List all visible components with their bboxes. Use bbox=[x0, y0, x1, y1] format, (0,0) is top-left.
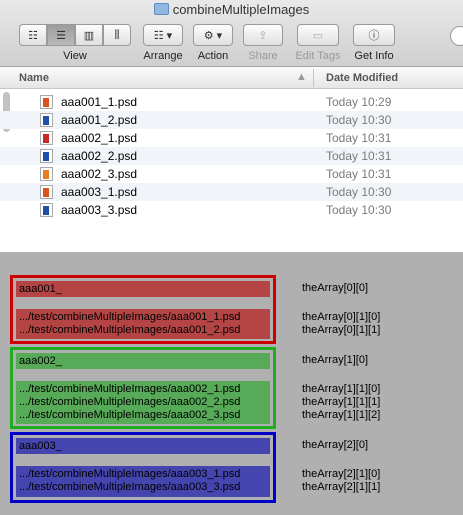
group-paths-bar: .../test/combineMultipleImages/aaa001_1.… bbox=[16, 309, 270, 339]
grid-icon: ☷ bbox=[28, 29, 38, 42]
share-label: Share bbox=[248, 50, 278, 62]
array-ref: theArray[2][1][0] bbox=[302, 468, 381, 480]
finder-window: combineMultipleImages ☷ ☰ ▥ ⫼ View ☷ ▾ A… bbox=[0, 0, 463, 252]
sort-ascending-icon: ▲ bbox=[296, 71, 307, 83]
view-label: View bbox=[63, 50, 87, 62]
arrange-icon: ☷ ▾ bbox=[153, 29, 173, 42]
file-path: .../test/combineMultipleImages/aaa001_1.… bbox=[19, 311, 241, 323]
array-ref-list: theArray[0][1][0] theArray[0][1][1] bbox=[302, 311, 380, 337]
cover-flow-icon: ⫼ bbox=[114, 28, 120, 41]
psd-file-icon bbox=[40, 149, 53, 163]
array-ref-list: theArray[2][1][0] theArray[2][1][1] bbox=[302, 468, 380, 494]
search-field[interactable] bbox=[450, 26, 463, 46]
column-header: Name ▲ Date Modified bbox=[0, 67, 463, 89]
group-key-bar: aaa001_ bbox=[16, 281, 270, 297]
tag-icon: ▭ bbox=[312, 29, 324, 42]
array-ref: theArray[0][1][1] bbox=[302, 324, 381, 336]
file-name: aaa002_1.psd bbox=[61, 131, 138, 145]
arrange-label: Arrange bbox=[143, 50, 183, 62]
group-key-bar: aaa003_ bbox=[16, 438, 270, 454]
psd-file-icon bbox=[40, 167, 53, 181]
file-row[interactable]: aaa001_2.psd Today 10:30 bbox=[0, 111, 463, 129]
file-path: .../test/combineMultipleImages/aaa002_1.… bbox=[19, 383, 241, 395]
array-ref: theArray[2][0] bbox=[302, 439, 369, 451]
array-ref: theArray[2][1][1] bbox=[302, 481, 381, 493]
gear-icon: ⚙ ▾ bbox=[203, 29, 223, 42]
psd-file-icon bbox=[40, 185, 53, 199]
cover-flow-button[interactable]: ⫼ bbox=[103, 24, 131, 46]
group-key: aaa002_ bbox=[19, 355, 62, 367]
group-box-aaa003: aaa003_ .../test/combineMultipleImages/a… bbox=[10, 432, 276, 503]
get-info-label: Get Info bbox=[354, 50, 394, 62]
columns-icon: ▥ bbox=[83, 29, 95, 42]
toolbar: combineMultipleImages ☷ ☰ ▥ ⫼ View ☷ ▾ A… bbox=[0, 0, 463, 67]
array-ref: theArray[1][1][0] bbox=[302, 383, 381, 395]
file-path: .../test/combineMultipleImages/aaa003_1.… bbox=[19, 468, 241, 480]
file-path: .../test/combineMultipleImages/aaa002_2.… bbox=[19, 396, 241, 408]
action-label: Action bbox=[197, 50, 229, 62]
get-info-button[interactable]: ⓘ bbox=[353, 24, 395, 46]
list-icon: ☰ bbox=[56, 29, 66, 42]
file-name: aaa003_1.psd bbox=[61, 185, 138, 199]
icon-view-button[interactable]: ☷ bbox=[19, 24, 47, 46]
file-date: Today 10:30 bbox=[326, 185, 392, 199]
arrange-button[interactable]: ☷ ▾ bbox=[143, 24, 183, 46]
info-icon: ⓘ bbox=[368, 30, 380, 42]
group-paths-bar: .../test/combineMultipleImages/aaa002_1.… bbox=[16, 381, 270, 424]
file-path: .../test/combineMultipleImages/aaa002_3.… bbox=[19, 409, 241, 421]
file-row[interactable]: aaa002_2.psd Today 10:31 bbox=[0, 147, 463, 165]
file-row[interactable]: aaa003_1.psd Today 10:30 bbox=[0, 183, 463, 201]
name-column-header[interactable]: Name bbox=[19, 72, 49, 84]
array-ref: theArray[1][1][1] bbox=[302, 396, 381, 408]
file-date: Today 10:30 bbox=[326, 203, 392, 217]
file-date: Today 10:31 bbox=[326, 167, 392, 181]
file-row[interactable]: aaa001_1.psd Today 10:29 bbox=[0, 93, 463, 111]
file-date: Today 10:29 bbox=[326, 95, 392, 109]
array-ref: theArray[1][0] bbox=[302, 354, 369, 366]
share-icon: ⇪ bbox=[258, 29, 268, 42]
share-button[interactable]: ⇪ bbox=[243, 24, 283, 46]
file-list: aaa001_1.psd Today 10:29 aaa001_2.psd To… bbox=[0, 93, 463, 219]
psd-file-icon bbox=[40, 95, 53, 109]
file-name: aaa001_1.psd bbox=[61, 95, 138, 109]
edit-tags-label: Edit Tags bbox=[295, 50, 341, 62]
column-divider[interactable] bbox=[313, 69, 314, 87]
window-title-text: combineMultipleImages bbox=[172, 2, 310, 17]
file-path: .../test/combineMultipleImages/aaa001_2.… bbox=[19, 324, 241, 336]
column-view-button[interactable]: ▥ bbox=[75, 24, 103, 46]
file-path: .../test/combineMultipleImages/aaa003_3.… bbox=[19, 481, 241, 493]
file-row[interactable]: aaa002_3.psd Today 10:31 bbox=[0, 165, 463, 183]
psd-file-icon bbox=[40, 113, 53, 127]
group-key: aaa001_ bbox=[19, 283, 62, 295]
psd-file-icon bbox=[40, 203, 53, 217]
action-button[interactable]: ⚙ ▾ bbox=[193, 24, 233, 46]
group-key: aaa003_ bbox=[19, 440, 62, 452]
array-ref-list: theArray[1][1][0] theArray[1][1][1] theA… bbox=[302, 383, 380, 422]
file-name: aaa001_2.psd bbox=[61, 113, 138, 127]
group-paths-bar: .../test/combineMultipleImages/aaa003_1.… bbox=[16, 466, 270, 497]
file-date: Today 10:31 bbox=[326, 149, 392, 163]
group-box-aaa001: aaa001_ .../test/combineMultipleImages/a… bbox=[10, 275, 276, 344]
date-modified-column-header[interactable]: Date Modified bbox=[326, 72, 398, 84]
file-name: aaa003_3.psd bbox=[61, 203, 138, 217]
psd-file-icon bbox=[40, 131, 53, 145]
folder-icon bbox=[153, 3, 169, 15]
file-row[interactable]: aaa003_3.psd Today 10:30 bbox=[0, 201, 463, 219]
file-name: aaa002_3.psd bbox=[61, 167, 138, 181]
group-box-aaa002: aaa002_ .../test/combineMultipleImages/a… bbox=[10, 347, 276, 429]
group-key-bar: aaa002_ bbox=[16, 353, 270, 369]
window-title: combineMultipleImages bbox=[0, 2, 463, 17]
file-date: Today 10:31 bbox=[326, 131, 392, 145]
file-name: aaa002_2.psd bbox=[61, 149, 138, 163]
array-ref: theArray[1][1][2] bbox=[302, 409, 381, 421]
view-segmented-control: ☷ ☰ ▥ ⫼ bbox=[19, 24, 131, 46]
edit-tags-button[interactable]: ▭ bbox=[297, 24, 339, 46]
array-ref: theArray[0][0] bbox=[302, 282, 369, 294]
file-row[interactable]: aaa002_1.psd Today 10:31 bbox=[0, 129, 463, 147]
array-ref: theArray[0][1][0] bbox=[302, 311, 381, 323]
list-view-button[interactable]: ☰ bbox=[47, 24, 75, 46]
file-date: Today 10:30 bbox=[326, 113, 392, 127]
